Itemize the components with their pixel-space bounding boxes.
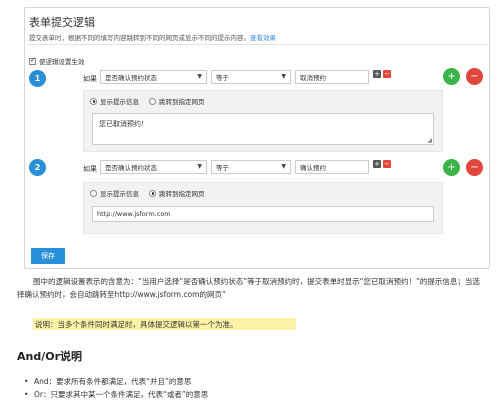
rule-2-action-box: 显示提示信息 跳转到指定网页 http://www.jsform.com: [83, 182, 443, 234]
panel-title: 表单提交逻辑: [29, 16, 95, 29]
and-or-heading: And/Or说明: [17, 350, 83, 363]
view-effect-link[interactable]: 查看效果: [250, 34, 276, 42]
rule-1-redirect-radio[interactable]: [149, 97, 156, 105]
minus-icon[interactable]: −: [383, 70, 391, 78]
rule-2-action-options: 显示提示信息 跳转到指定网页: [90, 188, 205, 198]
enable-logic-checkbox[interactable]: [29, 56, 36, 65]
chevron-down-icon: ▼: [281, 73, 286, 80]
minus-icon[interactable]: −: [383, 160, 391, 168]
rule-2-url-input[interactable]: http://www.jsform.com: [92, 206, 434, 222]
panel-description: 提交表单时，根据不同的填写内容跳转到不同的网页或显示不同的提示内容。查看效果: [29, 32, 276, 42]
rule-1-action-options: 显示提示信息 跳转到指定网页: [90, 96, 205, 106]
rule-1-message-textarea[interactable]: 您已取消预约！ ◢: [92, 113, 434, 145]
rule-1-field-value: 是否确认预约状态: [105, 74, 157, 82]
rule-1-operator-value: 等于: [216, 74, 229, 82]
enable-logic-row[interactable]: 使逻辑设置生效: [29, 56, 85, 66]
plus-icon[interactable]: +: [373, 160, 381, 168]
rule-1-show-message-label: 显示提示信息: [100, 98, 139, 106]
rule-2-show-message-label: 显示提示信息: [100, 190, 139, 198]
rule-2-if-label: 如果: [83, 165, 97, 173]
rule-2-operator-value: 等于: [216, 164, 229, 172]
add-rule-button[interactable]: +: [443, 68, 460, 85]
chevron-down-icon: ▼: [197, 73, 202, 80]
remove-rule-button[interactable]: −: [466, 68, 483, 85]
rule-1-operator-select[interactable]: 等于 ▼: [211, 70, 291, 84]
rule-2-number-badge: 2: [29, 159, 46, 176]
panel-description-text: 提交表单时，根据不同的填写内容跳转到不同的网页或显示不同的提示内容。: [29, 34, 250, 42]
rule-2-redirect-radio[interactable]: [149, 189, 156, 197]
rule-1-number-badge: 1: [29, 70, 46, 87]
rule-1-value-input[interactable]: 取消预约: [295, 70, 369, 84]
chevron-down-icon: ▼: [197, 163, 202, 170]
rule-2-field-select[interactable]: 是否确认预约状态 ▼: [100, 160, 207, 174]
form-logic-panel: 表单提交逻辑 提交表单时，根据不同的填写内容跳转到不同的网页或显示不同的提示内容…: [24, 7, 490, 269]
chevron-down-icon: ▼: [281, 163, 286, 170]
rule-1-if-label: 如果: [83, 75, 97, 83]
rule-2-field-value: 是否确认预约状态: [105, 164, 157, 172]
enable-logic-label: 使逻辑设置生效: [39, 58, 85, 66]
rule-2-redirect-label: 跳转到指定网页: [159, 190, 205, 198]
resize-handle-icon[interactable]: ◢: [427, 137, 432, 144]
rule-1-redirect-label: 跳转到指定网页: [159, 98, 205, 106]
remove-rule-button[interactable]: −: [466, 159, 483, 176]
note-highlight: 说明：当多个条件同时满足时，具体提交逻辑以第一个为准。: [33, 318, 296, 330]
and-or-list: And：要求所有条件都满足，代表“并且”的意思 Or：只要求其中某一个条件满足，…: [24, 375, 208, 401]
add-rule-button[interactable]: +: [443, 159, 460, 176]
list-item: Or：只要求其中某一个条件满足，代表“或者”的意思: [24, 388, 208, 401]
rule-2-operator-select[interactable]: 等于 ▼: [211, 160, 291, 174]
rule-2-value-input[interactable]: 确认预约: [295, 160, 369, 174]
rule-1-action-box: 显示提示信息 跳转到指定网页 您已取消预约！ ◢: [83, 90, 443, 152]
list-item: And：要求所有条件都满足，代表“并且”的意思: [24, 375, 208, 388]
rule-1-message-text: 您已取消预约！: [99, 120, 148, 128]
rule-1-show-message-radio[interactable]: [90, 97, 97, 105]
divider: [27, 44, 487, 45]
save-button[interactable]: 保存: [31, 248, 65, 264]
rule-2-show-message-radio[interactable]: [90, 189, 97, 197]
explanation-paragraph: 图中的逻辑设置表示的含意为：“当用户选择“是否确认预约状态”等于取消预约时，提交…: [17, 277, 480, 299]
rule-1-field-select[interactable]: 是否确认预约状态 ▼: [100, 70, 207, 84]
plus-icon[interactable]: +: [373, 70, 381, 78]
